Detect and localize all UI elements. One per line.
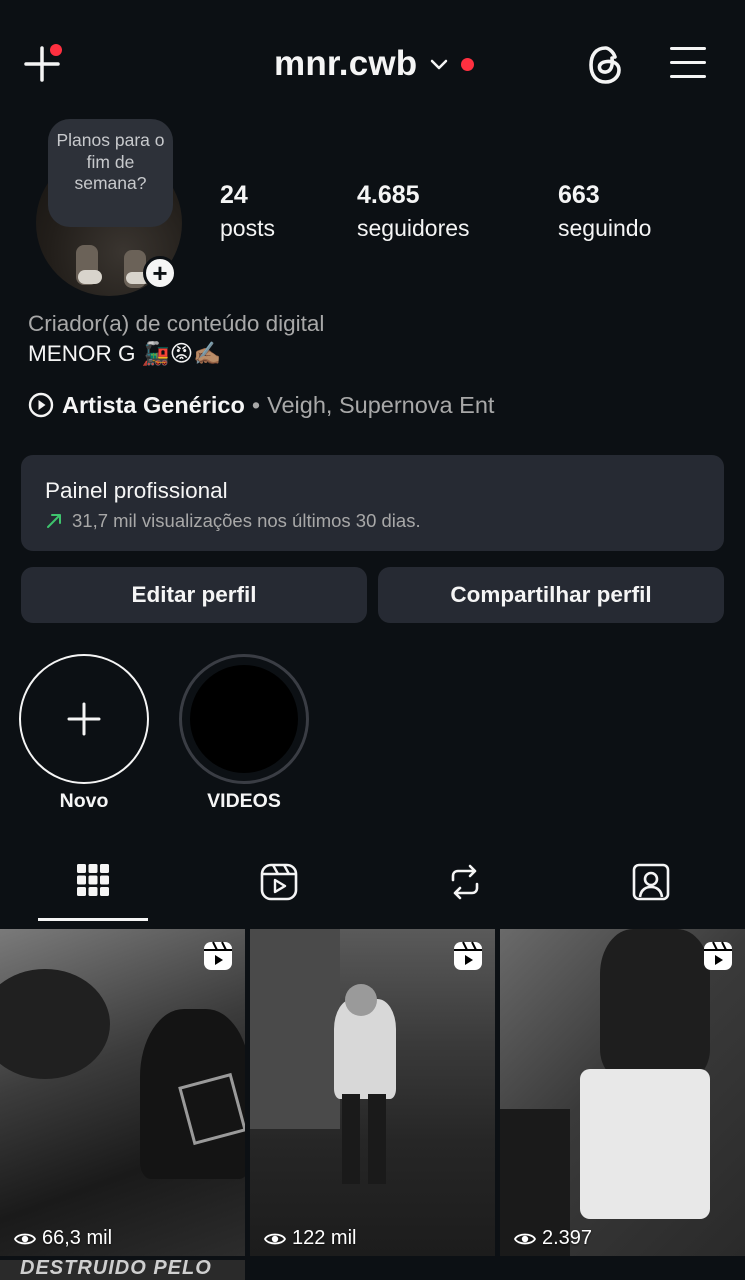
view-count-value: 2.397 [542,1227,593,1249]
post-thumbnail[interactable]: 2.397 [500,929,745,1256]
share-profile-button[interactable]: Compartilhar perfil [378,567,724,623]
profile-tabs [0,848,745,924]
professional-dashboard[interactable]: Painel profissional 31,7 mil visualizaçõ… [21,455,724,551]
stat-value: 663 [558,181,600,209]
add-story-button[interactable]: + [143,256,177,290]
tab-posts[interactable] [0,848,186,924]
artist-link[interactable]: Artista Genérico • Veigh, Supernova Ent [28,390,494,420]
eye-icon [514,1233,536,1244]
view-count: 66,3 mil [14,1227,112,1250]
play-circle-icon [28,392,54,418]
profile-category: Criador(a) de conteúdo digital [28,311,325,336]
dashboard-subtitle: 31,7 mil visualizações nos últimos 30 di… [72,510,421,531]
threads-button[interactable] [586,44,626,86]
menu-button[interactable] [670,47,710,81]
view-count: 2.397 [514,1227,592,1250]
reels-icon [454,941,482,970]
profile-username: mnr.cwb [274,44,418,83]
highlight-new[interactable]: Novo [19,654,149,813]
stat-following[interactable]: 663 seguindo [558,178,651,244]
top-bar: mnr.cwb [0,0,745,130]
profile-note[interactable]: Planos para o fim de semana? [48,119,173,227]
reels-icon [260,863,298,901]
hamburger-menu-icon [670,47,710,78]
plus-icon [67,702,101,736]
highlight-label: Novo [59,790,109,812]
dashboard-title: Painel profissional [45,478,228,503]
repost-icon [451,864,479,900]
highlight-cover [190,665,298,773]
post-thumbnail[interactable]: 122 mil [250,929,495,1256]
stat-value: 4.685 [357,181,420,209]
post-grid: 66,3 mil 122 mil 2.397 DESTRUIDO PELO [0,929,745,1280]
stat-label: seguindo [558,215,652,241]
active-tab-indicator [38,918,148,921]
post-thumbnail[interactable]: 66,3 mil [0,929,245,1256]
tagged-icon [632,863,670,901]
view-count-value: 122 mil [292,1227,357,1249]
post-caption-overlay: DESTRUIDO PELO AMOR [20,1260,212,1279]
tab-reposts[interactable] [372,848,558,924]
account-switcher[interactable]: mnr.cwb [274,42,475,86]
stat-label: seguidores [357,215,470,241]
threads-icon [589,46,621,84]
stat-value: 24 [220,181,248,209]
notification-dot [50,44,62,56]
dashboard-stats: 31,7 mil visualizações nos últimos 30 di… [45,510,700,532]
reels-icon [204,941,232,970]
highlight-ring [19,654,149,784]
view-count: 122 mil [264,1227,356,1250]
eye-icon [14,1233,36,1244]
create-button[interactable] [22,44,62,84]
tab-tagged[interactable] [558,848,744,924]
stat-followers[interactable]: 4.685 seguidores [357,178,470,244]
tab-reels[interactable] [186,848,372,924]
post-thumbnail-partial[interactable]: DESTRUIDO PELO AMOR [0,1260,245,1280]
profile-bio: MENOR G 🚂😡✍🏽 [28,341,222,366]
artist-name: Artista Genérico [62,391,245,418]
edit-profile-button[interactable]: Editar perfil [21,567,367,623]
plus-icon: + [152,258,168,288]
highlight-videos[interactable]: VIDEOS [179,654,309,813]
view-count-value: 66,3 mil [42,1227,113,1249]
account-notification-dot [461,57,475,71]
highlight-ring [179,654,309,784]
highlight-label: VIDEOS [207,790,281,812]
grid-icon [77,864,109,896]
stat-posts[interactable]: 24 posts [220,178,275,244]
artist-separator: • [251,391,261,418]
reels-icon [704,941,732,970]
stat-label: posts [220,215,275,241]
trend-up-icon [47,514,61,528]
artist-collaborators: Veigh, Supernova Ent [267,391,495,418]
eye-icon [264,1233,286,1244]
chevron-down-icon [431,59,448,70]
